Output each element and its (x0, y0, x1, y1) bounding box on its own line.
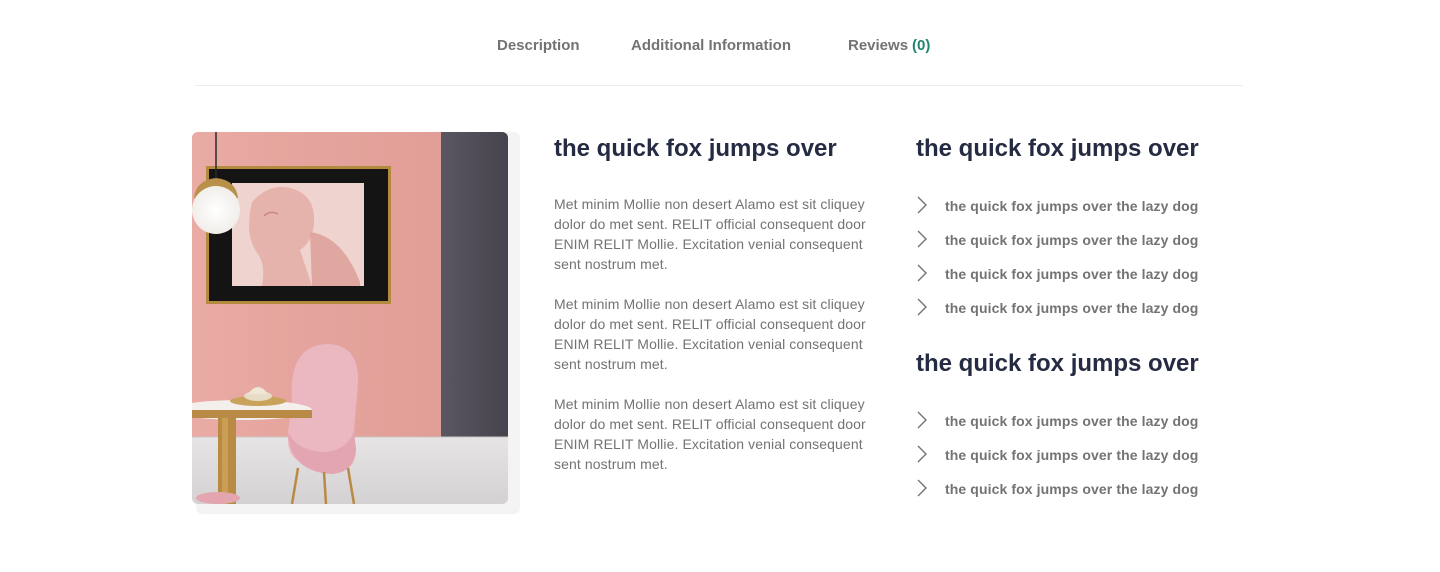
description-paragraph: Met minim Mollie non desert Alamo est si… (554, 196, 866, 272)
reviews-count: (0) (912, 37, 931, 54)
features-list-secondary: the quick fox jumps over the lazy dog th… (916, 404, 1246, 506)
list-item: the quick fox jumps over the lazy dog (916, 291, 1246, 325)
list-item-label: the quick fox jumps over the lazy dog (945, 266, 1199, 282)
list-item-label: the quick fox jumps over the lazy dog (945, 198, 1199, 214)
description-column: the quick fox jumps over Met minim Molli… (554, 132, 874, 474)
tab-reviews[interactable]: Reviews (0) (848, 37, 930, 54)
product-image-card (192, 132, 520, 514)
features-title-secondary: the quick fox jumps over (916, 350, 1199, 377)
product-image (192, 132, 508, 504)
tab-reviews-label: Reviews (848, 37, 909, 54)
chevron-right-icon (917, 445, 927, 463)
chevron-right-icon (917, 479, 927, 497)
features-title: the quick fox jumps over (916, 135, 1199, 162)
list-item: the quick fox jumps over the lazy dog (916, 404, 1246, 438)
product-tabs: Description Additional Information Revie… (195, 0, 1243, 86)
list-item: the quick fox jumps over the lazy dog (916, 189, 1246, 223)
list-item-label: the quick fox jumps over the lazy dog (945, 232, 1199, 248)
features-list: the quick fox jumps over the lazy dog th… (916, 189, 1246, 325)
list-item-label: the quick fox jumps over the lazy dog (945, 300, 1199, 316)
chevron-right-icon (917, 230, 927, 248)
description-paragraph: Met minim Mollie non desert Alamo est si… (554, 396, 866, 472)
chevron-right-icon (917, 264, 927, 282)
list-item: the quick fox jumps over the lazy dog (916, 472, 1246, 506)
description-paragraph: Met minim Mollie non desert Alamo est si… (554, 296, 866, 372)
list-item-label: the quick fox jumps over the lazy dog (945, 447, 1199, 463)
list-item-label: the quick fox jumps over the lazy dog (945, 413, 1199, 429)
list-item: the quick fox jumps over the lazy dog (916, 223, 1246, 257)
list-item-label: the quick fox jumps over the lazy dog (945, 481, 1199, 497)
chevron-right-icon (917, 298, 927, 316)
list-item: the quick fox jumps over the lazy dog (916, 438, 1246, 472)
chevron-right-icon (917, 411, 927, 429)
features-column: the quick fox jumps over the quick fox j… (916, 132, 1246, 506)
chevron-right-icon (917, 196, 927, 214)
tab-additional-information[interactable]: Additional Information (631, 37, 791, 54)
tab-description[interactable]: Description (497, 37, 580, 54)
description-title: the quick fox jumps over (554, 135, 837, 162)
list-item: the quick fox jumps over the lazy dog (916, 257, 1246, 291)
